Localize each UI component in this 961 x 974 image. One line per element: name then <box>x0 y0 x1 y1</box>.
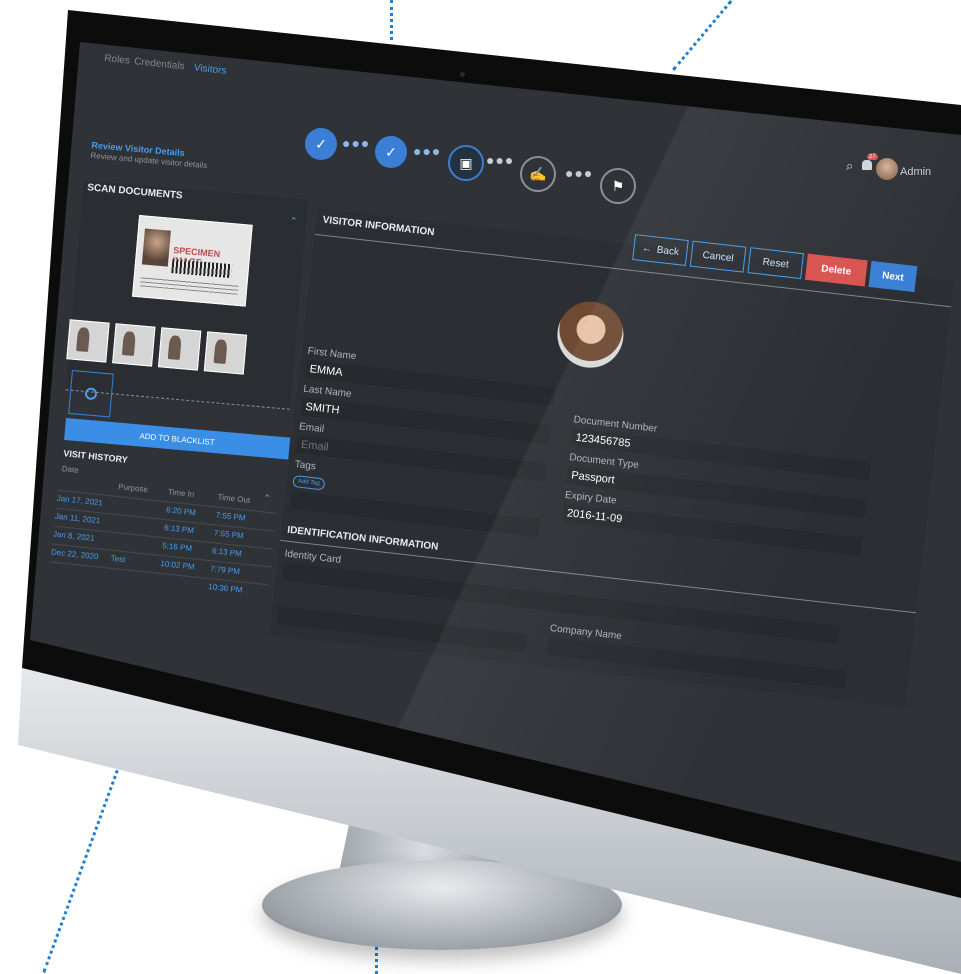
back-button[interactable]: ← Back <box>632 234 689 267</box>
visitor-photo <box>553 298 627 372</box>
cancel-button[interactable]: Cancel <box>689 240 747 273</box>
collapse-icon[interactable]: ⌃ <box>289 216 298 228</box>
visitor-information-panel: VISITOR INFORMATION ← Back Cancel Reset D… <box>269 208 954 708</box>
id-photo <box>141 228 171 267</box>
decorative-dotted-line <box>390 0 393 40</box>
reset-button[interactable]: Reset <box>747 247 804 280</box>
add-icon <box>84 387 98 401</box>
tab-visitors[interactable]: Visitors <box>193 62 227 76</box>
email-placeholder: Email <box>300 438 330 454</box>
back-arrow-icon: ← <box>641 242 653 255</box>
document-thumbnail[interactable] <box>203 331 248 375</box>
history-expand-icon[interactable]: ⌃ <box>262 493 271 505</box>
history-col-time-in: Time In <box>167 487 195 500</box>
step-connector: ●●● <box>486 152 515 168</box>
avatar[interactable] <box>876 158 898 180</box>
first-name-value: EMMA <box>309 363 344 379</box>
last-name-field[interactable]: SMITH <box>300 397 551 444</box>
step-4-sign-icon: ✍ <box>520 156 556 192</box>
email-field[interactable]: Email <box>296 435 547 482</box>
expiry-date-value: 2016-11-09 <box>566 507 623 526</box>
company-name-field[interactable] <box>546 636 848 689</box>
step-1-check-icon: ✓ <box>305 128 337 160</box>
email-label: Email <box>298 421 325 436</box>
step-connector: ●●● <box>565 165 594 181</box>
visitor-information-header: VISITOR INFORMATION <box>322 214 435 239</box>
monitor-stand-base <box>262 860 622 950</box>
document-type-value: Passport <box>570 469 616 487</box>
notification-badge: 27 <box>867 154 878 160</box>
step-2-check-icon: ✓ <box>375 136 407 168</box>
document-thumbnail[interactable] <box>112 323 156 367</box>
add-scan-button[interactable] <box>68 370 114 418</box>
history-col-purpose: Purpose <box>117 482 149 495</box>
decorative-dotted-line <box>42 690 148 973</box>
mrz-lines <box>139 276 239 295</box>
notification-bell-icon[interactable] <box>862 160 872 170</box>
next-button[interactable]: Next <box>868 261 918 293</box>
document-thumbnail[interactable] <box>66 319 110 363</box>
visit-history-panel: VISIT HISTORY Date Purpose Time In Time … <box>45 448 285 631</box>
step-connector: ●●● <box>413 143 442 159</box>
scan-documents-header: SCAN DOCUMENTS <box>86 182 184 202</box>
tab-roles[interactable]: Roles <box>104 53 131 67</box>
camera-dot <box>460 72 465 77</box>
search-icon[interactable]: ⌕ <box>846 158 853 174</box>
visit-history-header: VISIT HISTORY <box>62 448 129 465</box>
secondary-field[interactable] <box>276 606 528 653</box>
document-number-value: 123456785 <box>574 431 632 450</box>
step-connector: ●●● <box>342 135 371 151</box>
id-document-scan[interactable]: SPECIMEN IMAGE <box>132 214 253 307</box>
user-name: Admin <box>900 166 932 178</box>
history-col-time-out: Time Out <box>217 492 251 505</box>
tab-credentials[interactable]: Credentials <box>134 56 185 72</box>
document-thumbnail[interactable] <box>157 327 202 371</box>
last-name-value: SMITH <box>304 400 341 417</box>
delete-button[interactable]: Delete <box>805 253 868 287</box>
add-tag-button[interactable]: Add Tag <box>292 474 326 491</box>
add-to-blacklist-label: ADD TO BLACKLIST <box>139 430 216 447</box>
step-3-document-icon: ▣ <box>448 145 484 181</box>
tags-label: Tags <box>294 459 317 473</box>
decorative-dotted-line <box>672 0 733 71</box>
step-5-badge-icon: ⚑ <box>600 168 636 204</box>
history-col-date: Date <box>61 464 80 475</box>
